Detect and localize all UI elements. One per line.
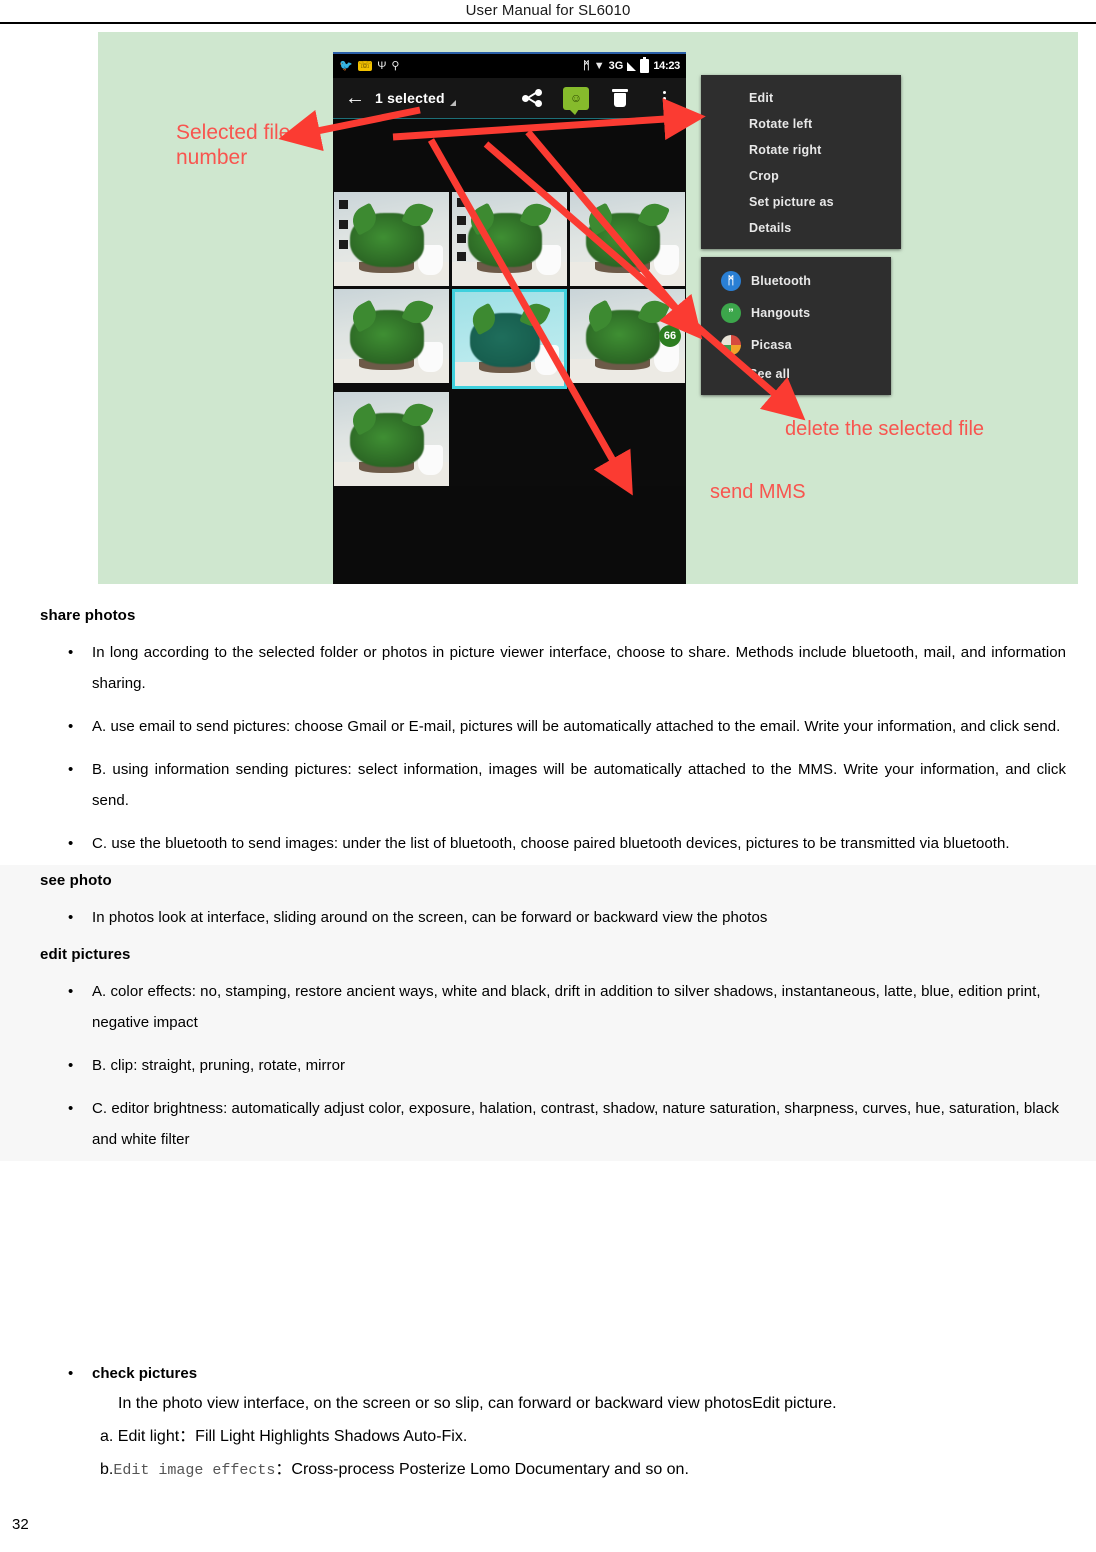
annotation-send-mms: send MMS xyxy=(710,481,806,503)
bluetooth-app-icon: ᛗ xyxy=(721,271,741,291)
share-item-bluetooth[interactable]: ᛗ Bluetooth xyxy=(701,265,891,297)
bird-icon: 🐦 xyxy=(339,59,353,72)
status-bar-left-icons: 🐦 ☏ Ψ ⚲ xyxy=(339,59,400,72)
section-share-photos: share photos In long according to the se… xyxy=(0,600,1096,865)
document-title: User Manual for SL6010 xyxy=(465,2,631,19)
phone-screenshot: 🐦 ☏ Ψ ⚲ ᛗ ▼ 3G 14:23 ← 1 selected ☺ 66 xyxy=(333,52,686,584)
photo-thumbnail-selected[interactable] xyxy=(452,289,567,389)
status-bar-right-icons: ᛗ ▼ 3G 14:23 xyxy=(583,57,680,73)
overflow-menu-popup: Edit Rotate left Rotate right Crop Set p… xyxy=(701,75,901,249)
bullet-list: In photos look at interface, sliding aro… xyxy=(0,896,1096,939)
share-item-label: Bluetooth xyxy=(751,274,812,288)
list-item: C. editor brightness: automatically adju… xyxy=(0,1087,1096,1161)
menu-item-crop[interactable]: Crop xyxy=(701,163,901,189)
section-heading: edit pictures xyxy=(40,946,131,963)
edit-light-prefix: a. Edit light： xyxy=(100,1428,196,1445)
section-heading: see photo xyxy=(40,872,112,889)
edit-light-row: a. Edit light：Fill Light Highlights Shad… xyxy=(0,1415,1096,1448)
delete-button[interactable] xyxy=(598,78,642,118)
section-see-photo: see photo In photos look at interface, s… xyxy=(0,865,1096,939)
share-icon xyxy=(522,89,542,107)
menu-item-set-picture-as[interactable]: Set picture as xyxy=(701,189,901,215)
list-item: B. using information sending pictures: s… xyxy=(0,748,1096,822)
menu-item-details[interactable]: Details xyxy=(701,215,901,241)
battery-icon xyxy=(640,57,650,73)
bullet-list: In long according to the selected folder… xyxy=(0,631,1096,865)
share-item-hangouts[interactable]: ” Hangouts xyxy=(701,297,891,329)
list-item: A. color effects: no, stamping, restore … xyxy=(0,970,1096,1044)
network-label: 3G xyxy=(608,60,624,72)
usb-icon: Ψ xyxy=(377,59,387,72)
photo-thumbnail[interactable] xyxy=(334,392,449,486)
hangouts-app-icon: ” xyxy=(721,303,741,323)
manual-body: share photos In long according to the se… xyxy=(0,600,1096,1161)
photo-thumbnail[interactable] xyxy=(334,192,449,286)
back-icon[interactable]: ← xyxy=(333,88,375,108)
action-bar-buttons: ☺ xyxy=(510,78,686,118)
photo-grid: 66 xyxy=(333,192,686,486)
share-button[interactable] xyxy=(510,78,554,118)
figure-gallery-screenshot: 🐦 ☏ Ψ ⚲ ᛗ ▼ 3G 14:23 ← 1 selected ☺ 66 E… xyxy=(98,32,1078,584)
bluetooth-icon: ᛗ xyxy=(583,59,590,72)
share-item-label: Hangouts xyxy=(751,306,811,320)
list-item: A. use email to send pictures: choose Gm… xyxy=(0,705,1096,748)
list-item: In photos look at interface, sliding aro… xyxy=(0,896,1096,939)
menu-item-rotate-left[interactable]: Rotate left xyxy=(701,111,901,137)
photo-count-badge: 66 xyxy=(659,324,681,347)
share-menu-popup: ᛗ Bluetooth ” Hangouts Picasa See all xyxy=(701,257,891,395)
bullet-list: A. color effects: no, stamping, restore … xyxy=(0,970,1096,1161)
edit-effects-prefix: b. xyxy=(100,1461,114,1478)
selected-count-label: 1 selected xyxy=(375,90,445,106)
usb-debug-icon: ⚲ xyxy=(391,59,400,72)
edit-effects-mono-label: Edit image effects xyxy=(113,1462,276,1479)
share-item-see-all[interactable]: See all xyxy=(701,361,891,387)
overflow-menu-button[interactable] xyxy=(642,78,686,118)
edit-effects-separator: ： xyxy=(275,1461,292,1478)
wifi-icon: ▼ xyxy=(593,59,605,72)
menu-item-edit[interactable]: Edit xyxy=(701,85,901,111)
delete-icon xyxy=(612,89,628,107)
page-header: User Manual for SL6010 xyxy=(0,0,1096,24)
edit-light-value: Fill Light Highlights Shadows Auto-Fix. xyxy=(195,1428,468,1445)
header-divider xyxy=(0,22,1096,24)
annotation-selected-file-number: Selected file number xyxy=(176,121,291,169)
check-pictures-block: check pictures In the photo view interfa… xyxy=(0,1365,1096,1482)
list-item: C. use the bluetooth to send images: und… xyxy=(0,822,1096,865)
share-item-picasa[interactable]: Picasa xyxy=(701,329,891,361)
status-clock: 14:23 xyxy=(653,60,680,72)
section-edit-pictures: edit pictures A. color effects: no, stam… xyxy=(0,939,1096,1161)
photo-thumbnail[interactable] xyxy=(570,192,685,286)
menu-item-rotate-right[interactable]: Rotate right xyxy=(701,137,901,163)
edit-effects-value: Cross-process Posterize Lomo Documentary… xyxy=(291,1461,689,1478)
sim-card-icon: ☏ xyxy=(357,60,373,71)
photo-thumbnail[interactable] xyxy=(334,289,449,383)
photo-grid-empty-area xyxy=(333,486,686,584)
overflow-menu-icon xyxy=(662,90,666,106)
page-number: 32 xyxy=(12,1516,29,1533)
section-heading: share photos xyxy=(40,607,136,624)
mms-icon: ☺ xyxy=(563,86,589,115)
annotation-delete-selected-file: delete the selected file xyxy=(785,418,985,440)
signal-icon xyxy=(627,61,637,71)
status-bar: 🐦 ☏ Ψ ⚲ ᛗ ▼ 3G 14:23 xyxy=(333,54,686,78)
photo-thumbnail[interactable] xyxy=(452,192,567,286)
chevron-down-icon[interactable] xyxy=(449,100,456,106)
list-item: In long according to the selected folder… xyxy=(0,631,1096,705)
list-item: B. clip: straight, pruning, rotate, mirr… xyxy=(0,1044,1096,1087)
photo-thumbnail[interactable]: 66 xyxy=(570,289,685,383)
mms-button[interactable]: ☺ xyxy=(554,78,598,118)
viewer-empty-area xyxy=(333,119,686,192)
photo-view-description: In the photo view interface, on the scre… xyxy=(118,1395,837,1412)
picasa-app-icon xyxy=(721,335,741,355)
edit-image-effects-row: b.Edit image effects：Cross-process Poste… xyxy=(0,1448,1096,1482)
check-pictures-label: check pictures xyxy=(0,1365,1096,1382)
share-item-label: Picasa xyxy=(751,338,792,352)
gallery-action-bar: ← 1 selected ☺ xyxy=(333,78,686,119)
